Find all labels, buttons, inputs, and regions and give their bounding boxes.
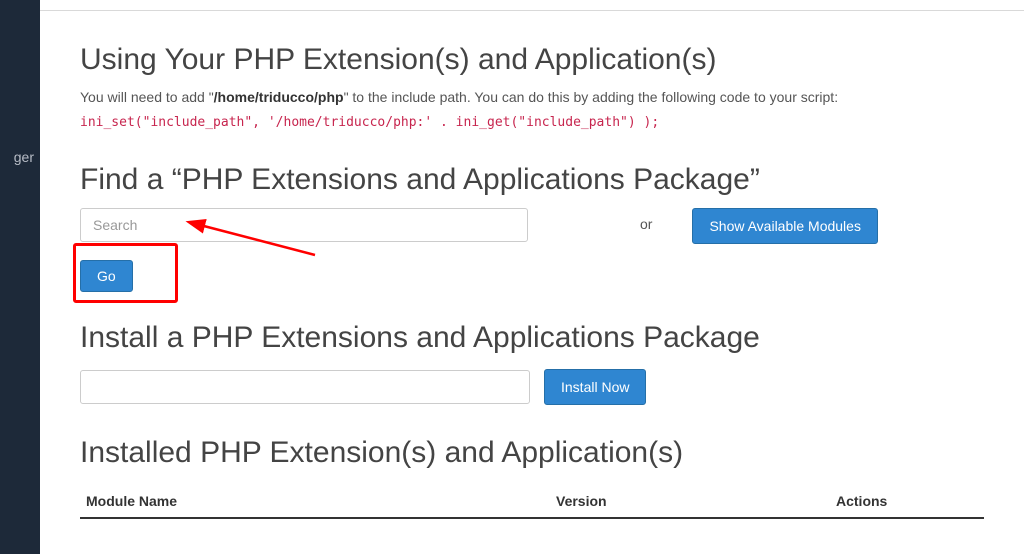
install-now-button[interactable]: Install Now <box>544 369 646 405</box>
or-label: or <box>640 208 652 232</box>
installed-title: Installed PHP Extension(s) and Applicati… <box>80 433 984 474</box>
main-content: Using Your PHP Extension(s) and Applicat… <box>80 40 984 519</box>
col-version: Version <box>556 493 836 509</box>
col-module-name: Module Name <box>86 493 556 509</box>
using-intro-pre: You will need to add " <box>80 89 214 105</box>
sidebar: ger <box>0 0 40 554</box>
search-input[interactable] <box>80 208 528 242</box>
install-input[interactable] <box>80 370 530 404</box>
using-title: Using Your PHP Extension(s) and Applicat… <box>80 40 984 81</box>
col-actions: Actions <box>836 493 978 509</box>
using-intro: You will need to add "/home/triducco/php… <box>80 89 984 105</box>
sidebar-partial-label: ger <box>14 149 34 165</box>
using-intro-post: " to the include path. You can do this b… <box>344 89 839 105</box>
go-button[interactable]: Go <box>80 260 133 292</box>
show-available-modules-button[interactable]: Show Available Modules <box>692 208 878 244</box>
installed-table-header: Module Name Version Actions <box>80 483 984 519</box>
find-row: Go or Show Available Modules <box>80 208 984 292</box>
find-title: Find a “PHP Extensions and Applications … <box>80 160 984 201</box>
header-divider <box>40 10 1024 11</box>
install-title: Install a PHP Extensions and Application… <box>80 318 984 359</box>
using-code: ini_set("include_path", '/home/triducco/… <box>80 115 984 130</box>
using-intro-path: /home/triducco/php <box>214 89 344 105</box>
install-row: Install Now <box>80 369 984 405</box>
